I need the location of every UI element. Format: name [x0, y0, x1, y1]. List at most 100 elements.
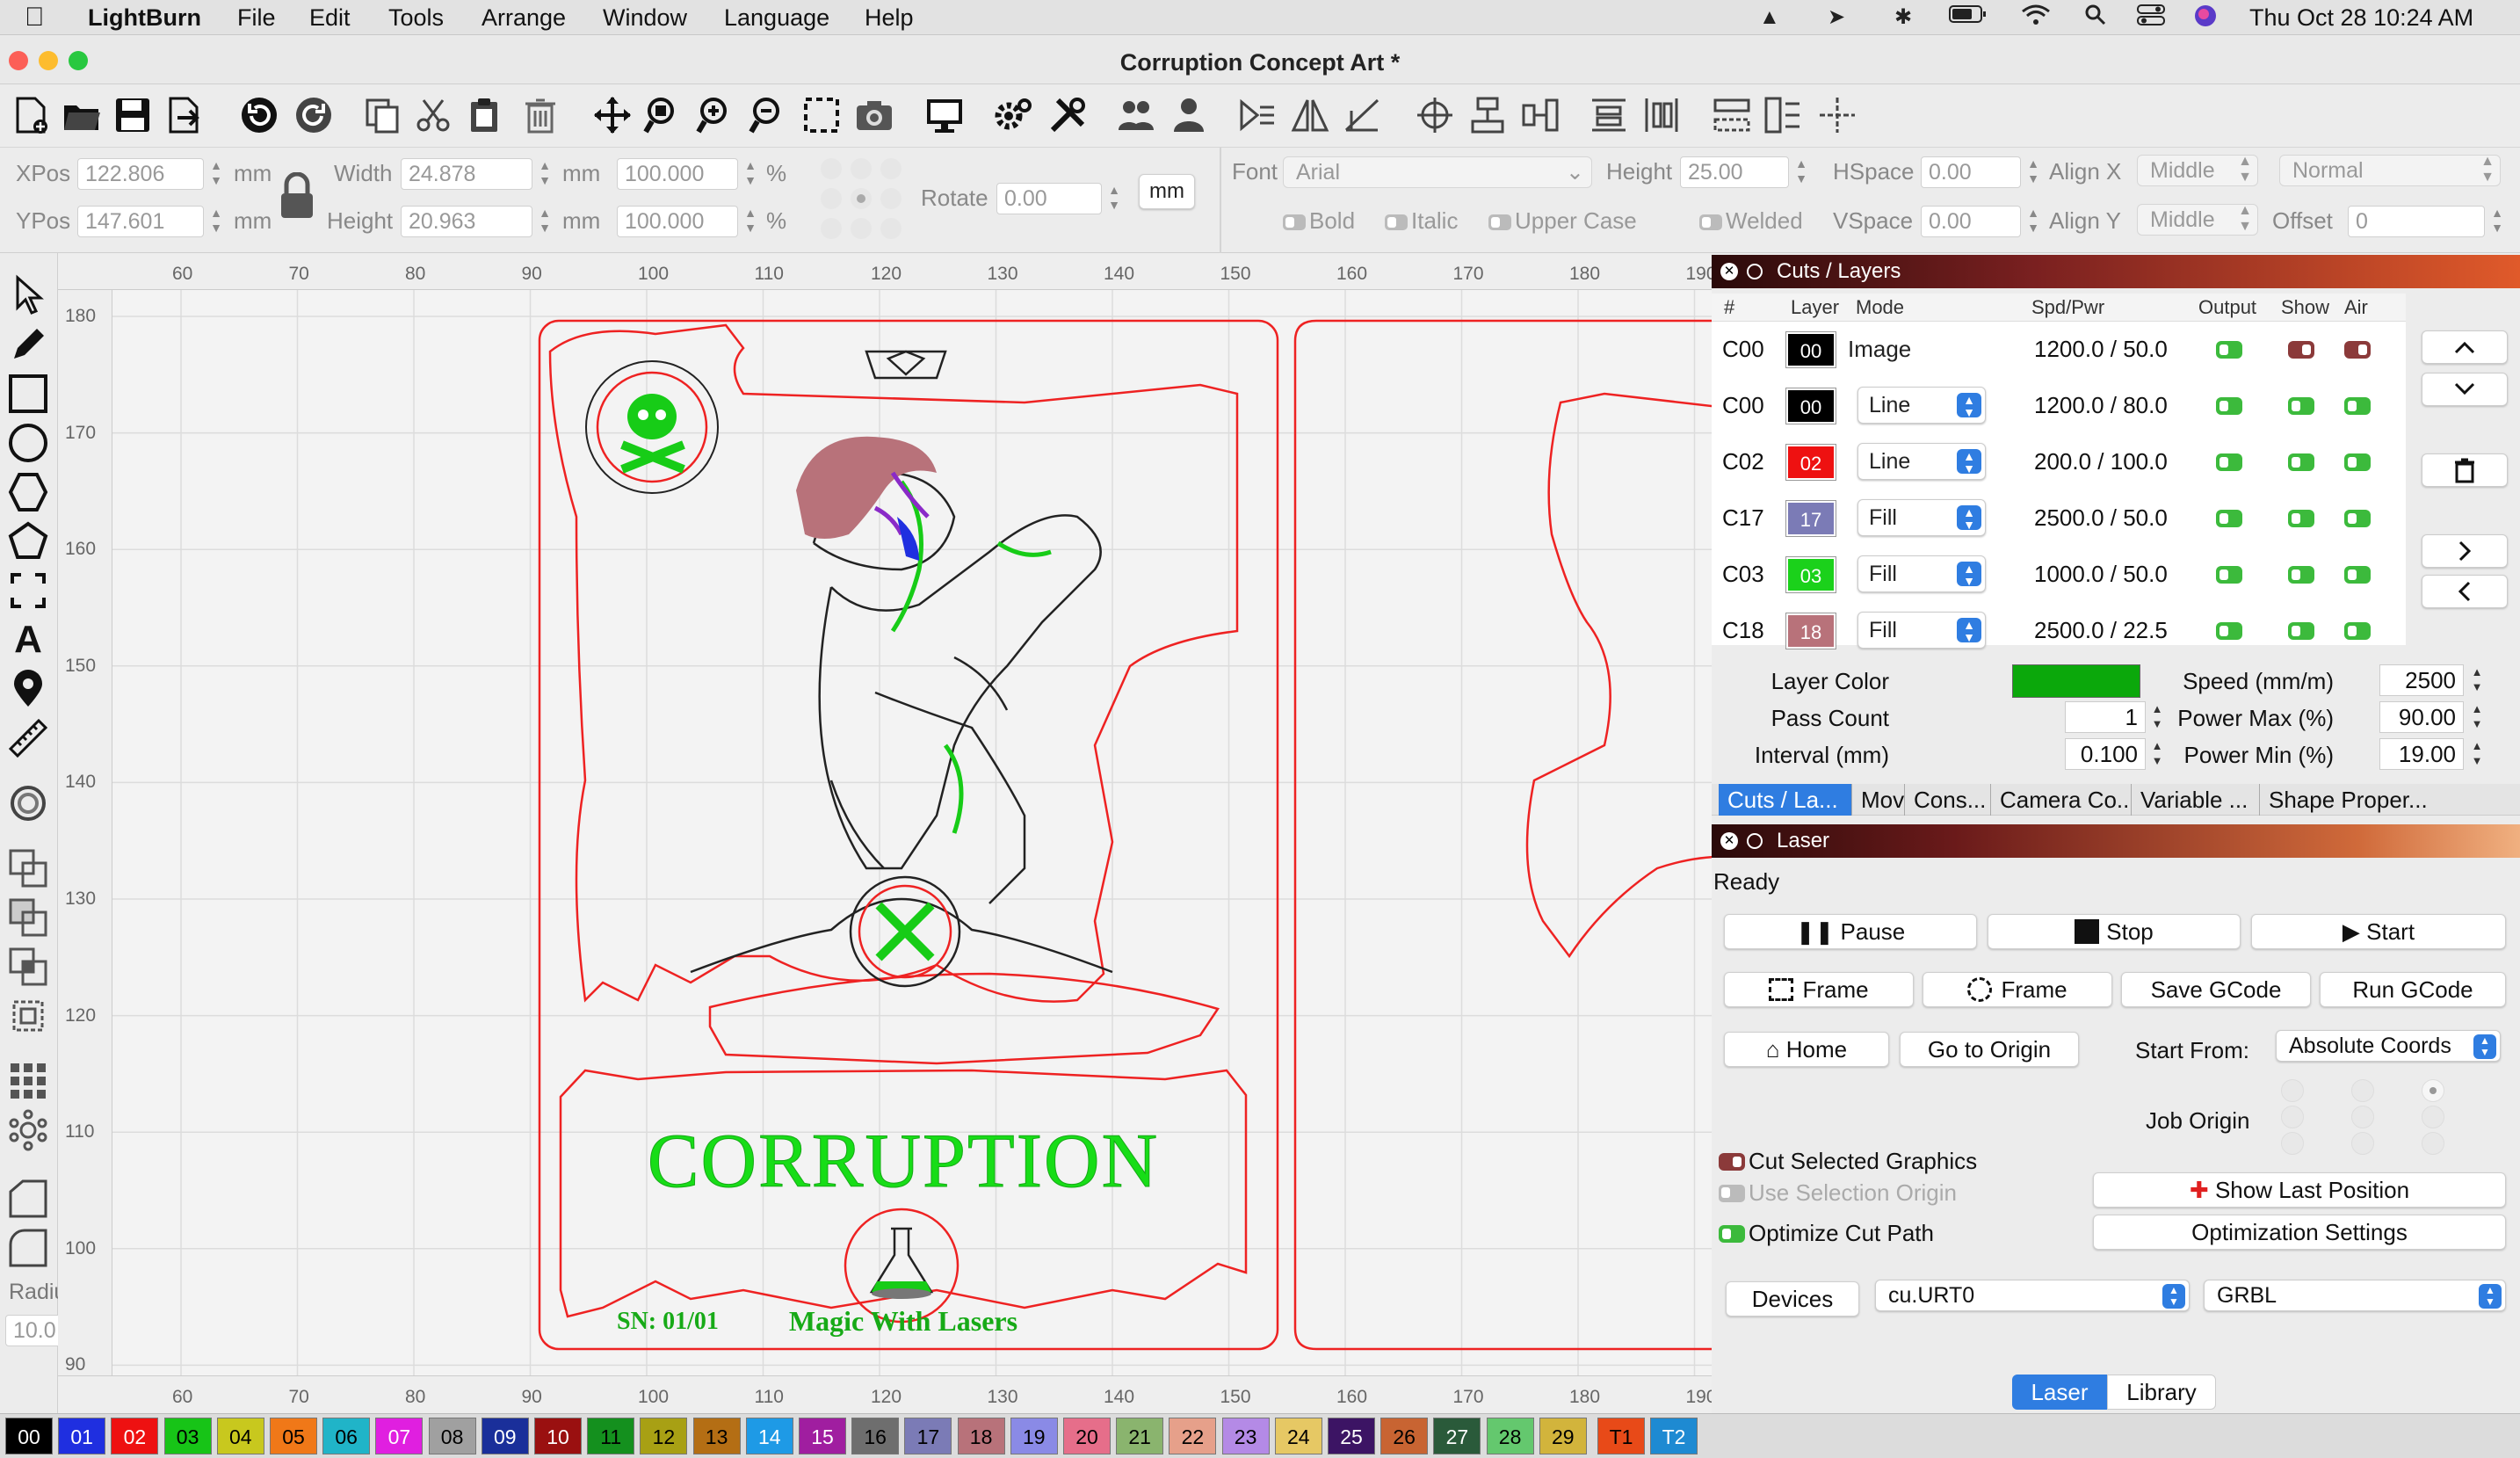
origin-radio-bl[interactable]	[2281, 1132, 2304, 1155]
upper-case-checkbox[interactable]: Upper Case	[1488, 206, 1637, 236]
origin-radio-bc[interactable]	[2351, 1132, 2374, 1155]
show-last-position-button[interactable]: ✚ Show Last Position	[2093, 1172, 2506, 1208]
paste-icon[interactable]	[462, 91, 506, 139]
ypos-field[interactable]: 147.601	[77, 206, 204, 237]
palette-swatch-21[interactable]: 21	[1116, 1418, 1164, 1454]
zoom-in-icon[interactable]	[694, 91, 738, 139]
layer-row-swatch[interactable]: 02	[1785, 444, 1836, 481]
move-layer-up-button[interactable]	[2422, 330, 2508, 364]
palette-swatch-03[interactable]: 03	[163, 1418, 212, 1454]
float-panel-icon[interactable]	[1747, 264, 1763, 279]
layer-row-swatch[interactable]: 18	[1785, 613, 1836, 649]
speed-field[interactable]: 2500	[2379, 664, 2464, 696]
title-text[interactable]: CORRUPTION	[647, 1119, 1159, 1205]
export-icon[interactable]	[162, 91, 206, 139]
weld-icon[interactable]	[5, 993, 51, 1039]
layer-mode-select[interactable]: Line ▲ ▼	[1857, 443, 1986, 480]
menu-help[interactable]: Help	[865, 3, 914, 33]
frame-circle-button[interactable]: Frame	[1923, 972, 2112, 1007]
zoom-page-icon[interactable]	[641, 91, 685, 139]
show-toggle[interactable]	[2288, 397, 2314, 415]
frame-rect-button[interactable]: Frame	[1724, 972, 1914, 1007]
palette-swatch-14[interactable]: 14	[745, 1418, 793, 1454]
origin-radio-tr[interactable]	[2422, 1079, 2444, 1102]
camera-icon[interactable]	[852, 91, 896, 139]
palette-swatch-18[interactable]: 18	[957, 1418, 1005, 1454]
width-stepper[interactable]: ▲ ▼	[534, 158, 555, 190]
origin-radio-ml[interactable]	[2281, 1106, 2304, 1128]
output-toggle[interactable]	[2216, 510, 2242, 527]
make-same-size-icon[interactable]	[1761, 91, 1805, 139]
layer-left-button[interactable]	[2422, 575, 2508, 608]
hspace-field[interactable]: 0.00	[1921, 156, 2021, 188]
palette-swatch-16[interactable]: 16	[851, 1418, 900, 1454]
origin-radio-tl[interactable]	[2281, 1079, 2304, 1102]
layer-row[interactable]: C02 02 Line ▲ ▼ 200.0 / 100.0	[1712, 434, 2406, 490]
layer-row-swatch[interactable]: 00	[1785, 388, 1836, 424]
save-icon[interactable]	[111, 91, 155, 139]
select-arrow-icon[interactable]	[5, 272, 51, 318]
navigation-icon[interactable]: ➤	[1828, 4, 1845, 32]
power-min-stepper[interactable]: ▲ ▼	[2467, 738, 2487, 770]
air-toggle[interactable]	[2344, 397, 2371, 415]
layer-row-swatch[interactable]: 03	[1785, 556, 1836, 593]
redo-icon[interactable]	[292, 91, 336, 139]
palette-swatch-t1[interactable]: T1	[1597, 1418, 1645, 1454]
copy-icon[interactable]	[360, 91, 404, 139]
battery-icon[interactable]	[1949, 4, 1988, 33]
draw-pen-icon[interactable]	[5, 322, 51, 367]
boolean-difference-icon[interactable]	[5, 895, 51, 940]
round-corner-icon[interactable]	[5, 1225, 51, 1271]
palette-swatch-07[interactable]: 07	[375, 1418, 424, 1454]
origin-radio-mr[interactable]	[2422, 1106, 2444, 1128]
output-toggle[interactable]	[2216, 453, 2242, 471]
rectangle-tool-icon[interactable]	[5, 371, 51, 417]
palette-swatch-19[interactable]: 19	[1010, 1418, 1058, 1454]
layer-row[interactable]: C18 18 Fill ▲ ▼ 2500.0 / 22.5	[1712, 603, 2406, 659]
settings-gear-icon[interactable]	[991, 91, 1035, 139]
palette-swatch-04[interactable]: 04	[216, 1418, 264, 1454]
new-file-icon[interactable]	[9, 91, 53, 139]
tab-library[interactable]: Library	[2107, 1375, 2216, 1410]
boolean-intersection-icon[interactable]	[5, 944, 51, 990]
vspace-stepper[interactable]: ▲ ▼	[2023, 206, 2044, 237]
tab-camera-control[interactable]: Camera Co...	[1991, 784, 2132, 816]
style-select[interactable]: Normal ▲ ▼	[2279, 154, 2501, 186]
palette-swatch-25[interactable]: 25	[1328, 1418, 1375, 1454]
palette-swatch-13[interactable]: 13	[692, 1418, 741, 1454]
layer-color-swatch[interactable]	[2012, 664, 2140, 698]
air-toggle[interactable]	[2344, 622, 2371, 640]
layer-row[interactable]: C00 00 Image 1200.0 / 50.0	[1712, 322, 2406, 378]
delete-trash-icon[interactable]	[518, 91, 562, 139]
align-vertical-icon[interactable]	[1466, 91, 1510, 139]
palette-swatch-28[interactable]: 28	[1486, 1418, 1534, 1454]
apple-menu-icon[interactable]: 	[25, 3, 45, 33]
palette-swatch-11[interactable]: 11	[587, 1418, 635, 1454]
hspace-stepper[interactable]: ▲ ▼	[2023, 156, 2044, 188]
show-toggle[interactable]	[2288, 453, 2314, 471]
undo-icon[interactable]	[237, 91, 281, 139]
rotate-stepper[interactable]: ▲ ▼	[1104, 183, 1125, 214]
flip-horizontal-icon[interactable]	[1235, 91, 1279, 139]
palette-swatch-17[interactable]: 17	[904, 1418, 952, 1454]
wifi-icon[interactable]	[2021, 4, 2051, 34]
palette-swatch-26[interactable]: 26	[1380, 1418, 1429, 1454]
lock-aspect-icon[interactable]	[278, 171, 316, 228]
air-toggle[interactable]	[2344, 510, 2371, 527]
grid-array-icon[interactable]	[5, 1058, 51, 1104]
output-toggle[interactable]	[2216, 397, 2242, 415]
palette-swatch-08[interactable]: 08	[428, 1418, 476, 1454]
anchor-point-grid[interactable]	[817, 155, 905, 243]
power-max-field[interactable]: 90.00	[2379, 701, 2464, 733]
interval-field[interactable]: 0.100	[2065, 738, 2146, 770]
zoom-out-icon[interactable]	[747, 91, 791, 139]
port-select[interactable]: cu.URT0 ▲ ▼	[1875, 1280, 2190, 1311]
position-laser-icon[interactable]	[5, 568, 51, 613]
origin-radio-mc[interactable]	[2351, 1106, 2374, 1128]
show-toggle[interactable]	[2288, 341, 2314, 359]
rotate-icon[interactable]	[1341, 91, 1385, 139]
font-height-stepper[interactable]: ▲ ▼	[1791, 156, 1812, 188]
font-height-field[interactable]: 25.00	[1680, 156, 1789, 188]
width-field[interactable]: 24.878	[401, 158, 532, 190]
welded-checkbox[interactable]: Welded	[1699, 206, 1803, 236]
